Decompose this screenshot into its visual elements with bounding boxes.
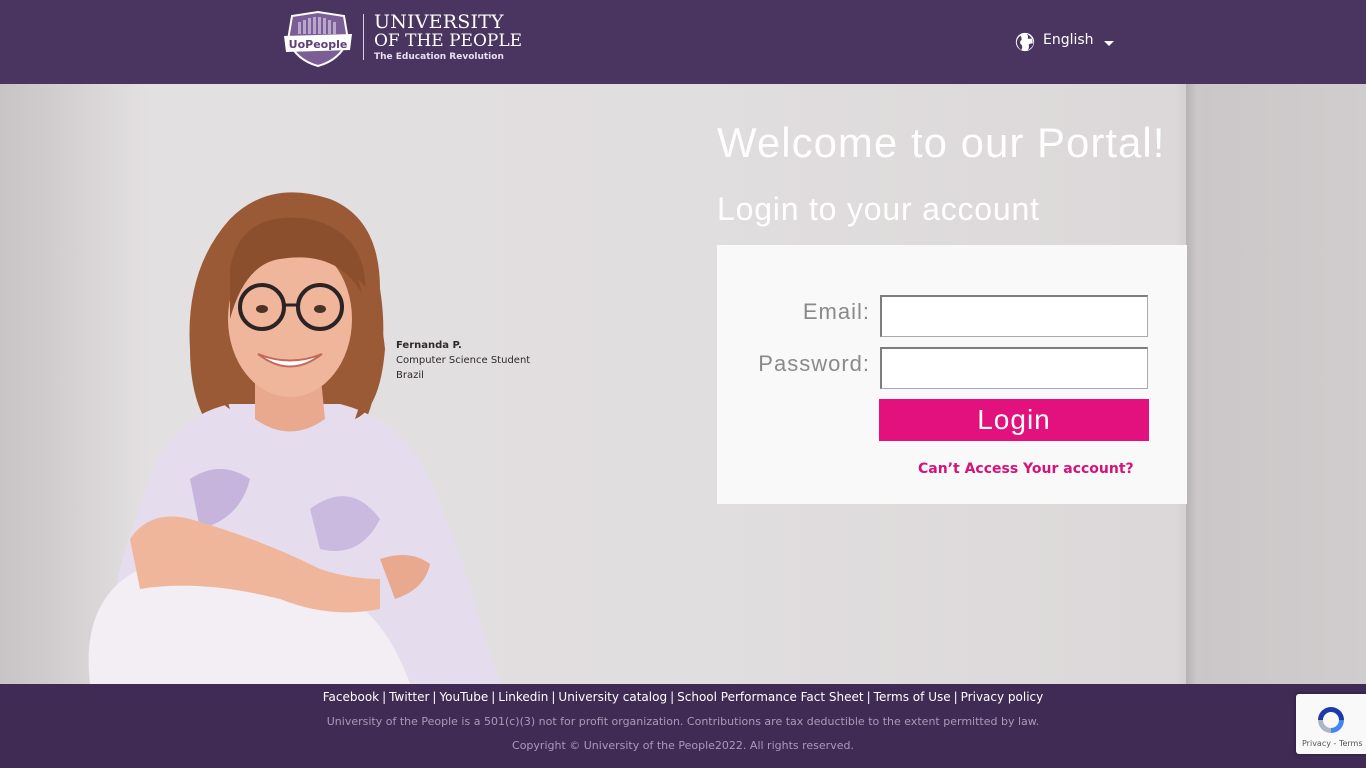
- top-header: UoPeople UNIVERSITY OF THE PEOPLE The Ed…: [0, 0, 1366, 84]
- login-subtitle: Login to your account: [717, 191, 1040, 227]
- uopeople-shield-logo: UoPeople: [284, 10, 352, 68]
- login-button[interactable]: Login: [879, 399, 1149, 441]
- footer-separator: |: [491, 690, 496, 704]
- logo-line-of-the-people: OF THE PEOPLE: [374, 31, 523, 51]
- logo-badge-text: UoPeople: [289, 38, 348, 51]
- footer-separator: |: [670, 690, 675, 704]
- footer-links: Facebook | Twitter | YouTube | Linkedin | Univer…: [0, 689, 1366, 705]
- email-field[interactable]: [880, 295, 1148, 337]
- footer-link-facebook[interactable]: Facebook: [323, 690, 379, 704]
- recaptcha-badge[interactable]: Privacy - Terms: [1296, 694, 1366, 754]
- student-country: Brazil: [396, 370, 424, 381]
- nonprofit-note: University of the People is a 501(c)(3) …: [326, 715, 1040, 728]
- globe-icon: [1015, 32, 1035, 52]
- footer-separator: |: [432, 690, 437, 704]
- footer-link-university-catalog[interactable]: University catalog: [558, 690, 667, 704]
- language-label: English: [1043, 32, 1094, 48]
- footer-separator: |: [382, 690, 387, 704]
- student-name: Fernanda P.: [396, 340, 462, 351]
- logo-divider: [363, 14, 364, 60]
- cant-access-account-link[interactable]: Can’t Access Your account?: [918, 459, 1134, 479]
- welcome-title: Welcome to our Portal!: [717, 119, 1166, 166]
- student-photo: [88, 192, 501, 684]
- login-form: Email: Password: Login Can’t Access Your…: [717, 245, 1187, 504]
- background-wall-seam: [1186, 84, 1198, 684]
- page-footer: Facebook | Twitter | YouTube | Linkedin | Univer…: [0, 684, 1366, 768]
- footer-link-youtube[interactable]: YouTube: [439, 690, 488, 704]
- footer-separator: |: [866, 690, 871, 704]
- footer-link-performance-fact-sheet[interactable]: School Performance Fact Sheet: [677, 690, 863, 704]
- footer-separator: |: [953, 690, 958, 704]
- email-label: Email:: [802, 299, 870, 324]
- chevron-down-icon: [1103, 40, 1114, 46]
- university-logo[interactable]: UoPeople UNIVERSITY OF THE PEOPLE The Ed…: [282, 10, 522, 68]
- student-caption: Fernanda P. Computer Science Student Bra…: [396, 338, 530, 383]
- copyright-text: Copyright © University of the People2022…: [512, 739, 854, 752]
- footer-link-terms-of-use[interactable]: Terms of Use: [874, 690, 951, 704]
- logo-line-university: UNIVERSITY: [374, 11, 504, 33]
- student-role: Computer Science Student: [396, 355, 531, 366]
- footer-link-privacy-policy[interactable]: Privacy policy: [961, 690, 1044, 704]
- hero-section: Fernanda P. Computer Science Student Bra…: [0, 84, 1366, 684]
- recaptcha-icon: [1318, 707, 1344, 733]
- language-selector[interactable]: English: [1014, 30, 1114, 54]
- footer-separator: |: [551, 690, 556, 704]
- password-label: Password:: [758, 351, 870, 376]
- logo-tagline: The Education Revolution: [374, 52, 504, 62]
- footer-link-twitter[interactable]: Twitter: [389, 690, 429, 704]
- footer-link-linkedin[interactable]: Linkedin: [498, 690, 548, 704]
- recaptcha-privacy-terms[interactable]: Privacy - Terms: [1302, 739, 1363, 749]
- password-field[interactable]: [880, 347, 1148, 389]
- logo-wordmark: UNIVERSITY OF THE PEOPLE The Education R…: [374, 12, 522, 64]
